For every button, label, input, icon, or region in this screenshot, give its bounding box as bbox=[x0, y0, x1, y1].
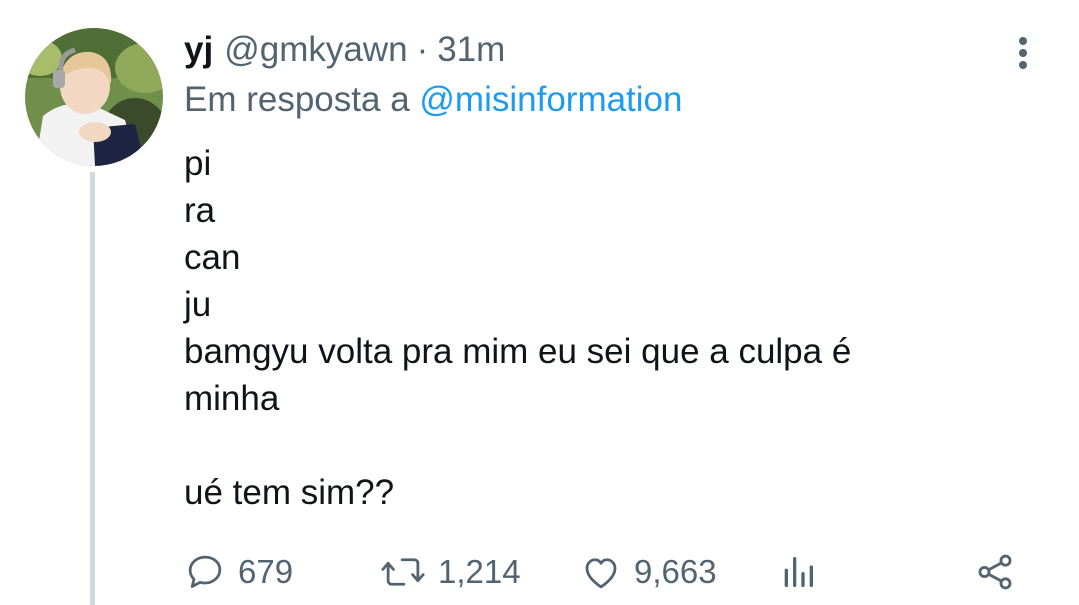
separator-dot: · bbox=[416, 30, 429, 69]
reply-context: Em resposta a @misinformation bbox=[184, 80, 683, 120]
tweet-text-line: bamgyu volta pra mim eu sei que a culpa … bbox=[184, 332, 852, 371]
tweet-text-line: can bbox=[184, 238, 241, 277]
action-bar: 679 1,214 9,663 bbox=[184, 545, 1024, 599]
tweet-text-line: ju bbox=[184, 285, 212, 324]
retweet-icon bbox=[381, 558, 425, 586]
display-name[interactable]: yj bbox=[184, 30, 213, 70]
reply-mention-link[interactable]: @misinformation bbox=[419, 80, 682, 119]
reply-icon bbox=[188, 555, 222, 588]
tweet-text-line: ué tem sim?? bbox=[184, 473, 395, 512]
share-icon bbox=[978, 554, 1012, 590]
tweet: yj @gmkyawn · 31m Em resposta a @misinfo… bbox=[0, 0, 1079, 605]
like-icon bbox=[585, 558, 617, 589]
like-button[interactable]: 9,663 bbox=[580, 545, 717, 599]
avatar[interactable] bbox=[25, 28, 163, 166]
tweet-text-line: ra bbox=[184, 191, 216, 230]
reply-prefix: Em resposta a bbox=[184, 80, 410, 119]
tweet-header: yj @gmkyawn · 31m bbox=[184, 30, 505, 76]
retweet-button[interactable]: 1,214 bbox=[380, 545, 521, 599]
avatar-image bbox=[25, 28, 163, 166]
tweet-text-line: pi bbox=[184, 144, 212, 183]
tweet-text-line: minha bbox=[184, 379, 280, 418]
reply-count: 679 bbox=[238, 553, 294, 590]
timestamp[interactable]: 31m bbox=[437, 30, 505, 70]
share-button[interactable] bbox=[974, 545, 1016, 599]
thread-line bbox=[90, 172, 95, 605]
tweet-text: pi ra can ju bamgyu volta pra mim eu sei… bbox=[184, 140, 1044, 516]
user-handle[interactable]: @gmkyawn bbox=[224, 30, 407, 70]
analytics-button[interactable] bbox=[778, 545, 818, 599]
analytics-icon bbox=[784, 557, 813, 587]
more-options-icon[interactable] bbox=[1005, 35, 1041, 71]
retweet-count: 1,214 bbox=[438, 553, 521, 590]
tweet-text-line bbox=[184, 422, 1044, 469]
like-count: 9,663 bbox=[634, 553, 717, 590]
reply-button[interactable]: 679 bbox=[184, 545, 293, 599]
